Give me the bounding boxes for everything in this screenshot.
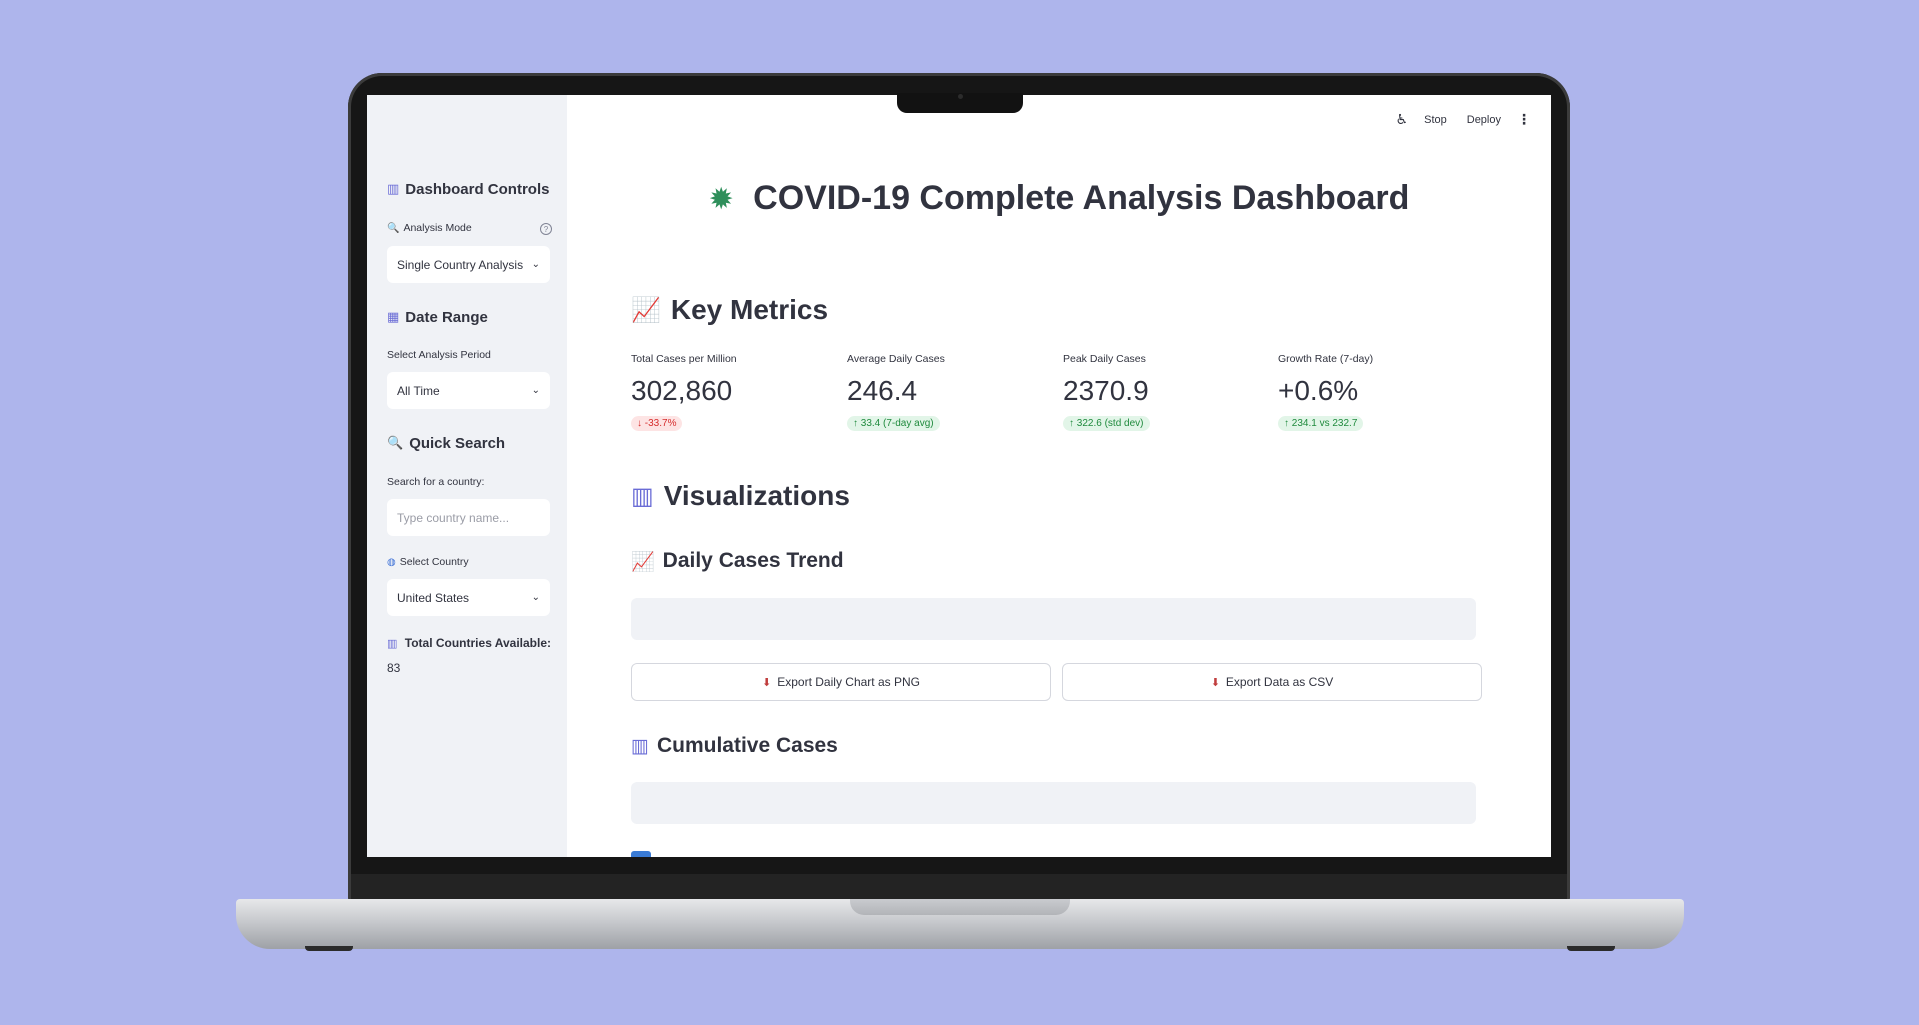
laptop-foot-right [1567,946,1615,951]
analysis-mode-select[interactable]: Single Country Analysis ⌄ [387,246,550,283]
virus-icon: ✹ [708,182,734,217]
total-countries-value: 83 [387,661,401,675]
magnifier-icon: 🔍 [387,222,400,234]
country-search-label-text: Search for a country: [387,476,485,488]
bar-chart-icon: ▥ [387,637,398,650]
arrow-up-icon: ↑ [1284,418,1289,429]
analysis-period-value: All Time [397,383,440,398]
metric-value: 302,860 [631,375,733,406]
metric-value: 2370.9 [1063,375,1149,406]
calendar-icon: ▦ [387,310,400,325]
metric-label: Total Cases per Million [631,353,737,365]
metric-value: 246.4 [847,375,918,406]
key-metrics-title: Key Metrics [670,294,829,325]
total-countries-label-text: Total Countries Available: [404,636,551,650]
metric-card: Peak Daily Cases 2370.9 ↑ 322.6 (std dev… [1063,353,1263,431]
quick-search-title: Quick Search [409,435,506,452]
arrow-up-icon: ↑ [853,418,858,429]
metric-label: Peak Daily Cases [1063,353,1146,365]
page-title-text: COVID-19 Complete Analysis Dashboard [753,179,1410,217]
more-options-icon[interactable]: ⋮ [1517,111,1531,128]
analysis-period-select[interactable]: All Time ⌄ [387,372,550,409]
total-countries-label: ▥ Total Countries Available: [387,636,551,650]
laptop-chin [351,874,1567,900]
chevron-down-icon: ⌄ [531,385,540,396]
date-range-heading: ▦ Date Range [387,309,488,326]
help-icon[interactable]: ? [540,223,552,235]
stop-button[interactable]: Stop [1424,114,1447,126]
analysis-period-label-text: Select Analysis Period [387,349,491,361]
arrow-up-icon: ↑ [1069,418,1074,429]
metric-value: +0.6% [1278,375,1359,406]
laptop-screen: ▥ Dashboard Controls 🔍 Analysis Mode ? S… [367,95,1551,857]
metric-delta: ↑ 322.6 (std dev) [1063,416,1150,431]
accessibility-icon[interactable]: ♿ [1396,111,1409,128]
select-country-label-text: Select Country [399,556,469,568]
sidebar: ▥ Dashboard Controls 🔍 Analysis Mode ? S… [367,95,567,857]
country-search-input[interactable] [387,499,550,536]
metric-delta-text: 234.1 vs 232.7 [1291,418,1358,429]
analysis-period-label: Select Analysis Period [387,349,491,361]
metric-label: Growth Rate (7-day) [1278,353,1374,365]
download-icon: ⬇ [762,675,772,689]
next-section-icon [631,851,651,857]
export-csv-label: Export Data as CSV [1225,675,1334,689]
top-toolbar: ♿ Stop Deploy ⋮ [1380,111,1531,128]
download-icon: ⬇ [1210,675,1220,689]
metric-delta-text: 322.6 (std dev) [1076,418,1144,429]
date-range-title: Date Range [405,309,488,326]
main-content: ♿ Stop Deploy ⋮ ✹ COVID-19 Complete Anal… [567,95,1551,857]
analysis-mode-label: 🔍 Analysis Mode [387,222,472,234]
bar-chart-icon: ▥ [631,482,654,510]
globe-icon: ◍ [387,556,396,568]
analysis-mode-label-text: Analysis Mode [403,222,472,234]
country-select[interactable]: United States ⌄ [387,579,550,616]
chevron-down-icon: ⌄ [531,592,540,603]
cumulative-cases-chart-placeholder [631,782,1476,824]
bar-chart-icon: ▥ [387,182,400,197]
select-country-label: ◍ Select Country [387,556,469,568]
cumulative-cases-heading: ▥ Cumulative Cases [631,734,838,758]
chart-increasing-icon: 📈 [631,296,661,324]
export-png-label: Export Daily Chart as PNG [777,675,920,689]
deploy-button[interactable]: Deploy [1467,114,1501,126]
dashboard-controls-heading: ▥ Dashboard Controls [387,181,549,198]
country-search-label: Search for a country: [387,476,484,488]
bar-chart-icon: ▥ [631,735,649,757]
metric-delta-text: -33.7% [644,418,677,429]
arrow-down-icon: ↓ [637,418,642,429]
camera-icon [958,94,963,99]
key-metrics-heading: 📈 Key Metrics [631,294,828,326]
analysis-mode-value: Single Country Analysis [397,257,524,272]
page-title: ✹ COVID-19 Complete Analysis Dashboard [567,179,1551,218]
daily-cases-trend-heading: 📈 Daily Cases Trend [631,549,844,573]
metric-delta: ↑ 33.4 (7-day avg) [847,416,940,431]
laptop-foot-left [305,946,353,951]
chart-increasing-icon: 📈 [631,550,655,573]
visualizations-heading: ▥ Visualizations [631,480,850,512]
metric-delta: ↑ 234.1 vs 232.7 [1278,416,1364,431]
export-csv-button[interactable]: ⬇ Export Data as CSV [1062,663,1482,701]
dashboard-controls-title: Dashboard Controls [405,181,550,198]
metric-card: Growth Rate (7-day) +0.6% ↑ 234.1 vs 232… [1278,353,1478,431]
metric-label: Average Daily Cases [847,353,945,365]
daily-cases-trend-title: Daily Cases Trend [662,549,844,572]
country-select-value: United States [397,590,470,605]
daily-cases-chart-placeholder [631,598,1476,640]
visualizations-title: Visualizations [663,480,850,511]
metric-delta: ↓ -33.7% [631,416,683,431]
metric-delta-text: 33.4 (7-day avg) [860,418,934,429]
magnifier-icon: 🔍 [387,436,404,451]
laptop-base-notch [850,899,1070,915]
chevron-down-icon: ⌄ [531,259,540,270]
metric-card: Total Cases per Million 302,860 ↓ -33.7% [631,353,831,431]
export-png-button[interactable]: ⬇ Export Daily Chart as PNG [631,663,1051,701]
metric-card: Average Daily Cases 246.4 ↑ 33.4 (7-day … [847,353,1047,431]
cumulative-cases-title: Cumulative Cases [656,734,838,757]
quick-search-heading: 🔍 Quick Search [387,435,505,452]
